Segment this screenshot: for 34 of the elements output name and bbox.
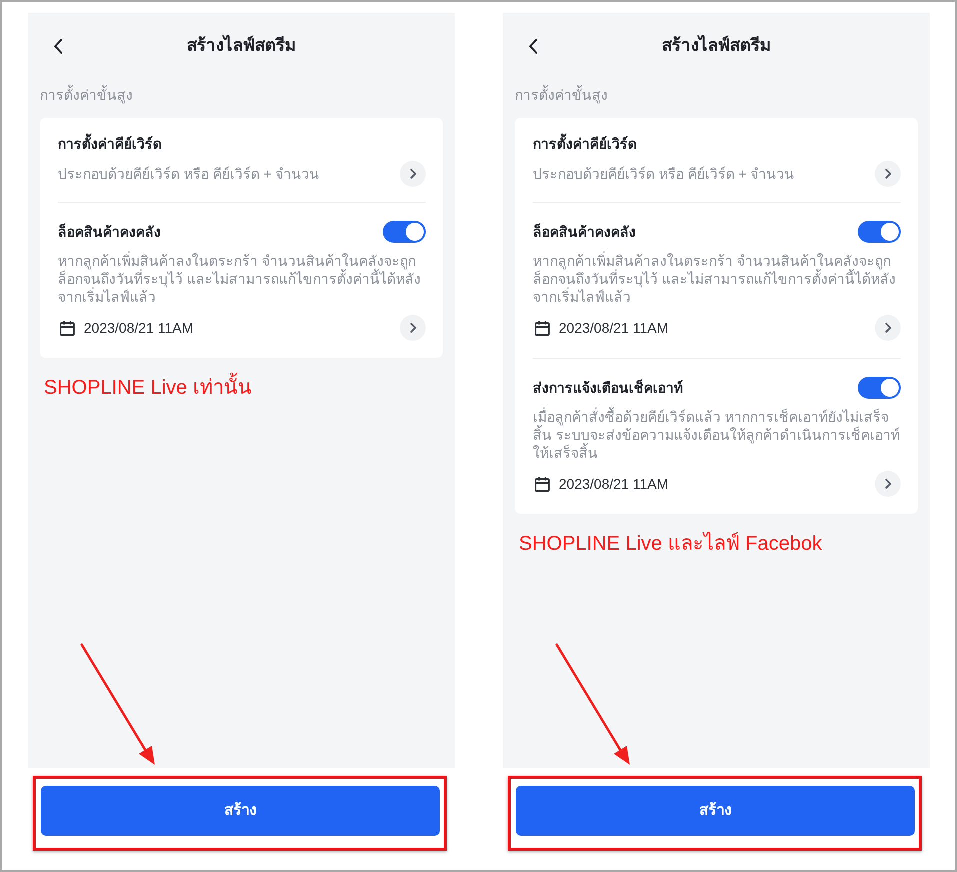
calendar-icon <box>60 320 75 336</box>
chevron-right-icon[interactable] <box>875 161 901 187</box>
screen-title: สร้างไลฟ์สตรีม <box>187 34 296 57</box>
setting-subtitle: ประกอบด้วยคีย์เวิร์ด หรือ คีย์เวิร์ด + จำนวน <box>533 165 795 184</box>
chevron-right-icon[interactable] <box>400 161 426 187</box>
toggle-switch[interactable] <box>383 221 426 243</box>
chevron-right-icon[interactable] <box>400 315 426 341</box>
chevron-right-icon[interactable] <box>875 471 901 497</box>
back-icon[interactable] <box>529 39 538 54</box>
create-button[interactable]: สร้าง <box>516 786 915 836</box>
setting-description: หากลูกค้าเพิ่มสินค้าลงในตระกร้า จำนวนสินค้าในคลังจะถูกล็อกจนถึงวันที่ระบุไว้ และไม่สามารถแก้ไขการตั้งค่านี้ได้หลังจากเริ่มไลฟ์แล้ว <box>58 252 422 306</box>
toggle-switch[interactable] <box>858 377 901 399</box>
setting-title: การตั้งค่าคีย์เวิร์ด <box>58 134 426 154</box>
setting-title: ส่งการแจ้งเตือนเช็คเอาท์ <box>533 378 683 398</box>
setting-title: ล็อคสินค้าคงคลัง <box>533 222 636 242</box>
date-text: 2023/08/21 11AM <box>559 475 668 494</box>
annotation-text: SHOPLINE Live และไลฟ์ Facebok <box>518 531 824 557</box>
back-icon[interactable] <box>54 39 63 54</box>
toggle-switch[interactable] <box>858 221 901 243</box>
section-label: การตั้งค่าขั้นสูง <box>515 85 609 105</box>
annotation-text: SHOPLINE Live เท่านั้น <box>40 375 443 401</box>
chevron-right-icon[interactable] <box>875 315 901 341</box>
section-label: การตั้งค่าขั้นสูง <box>40 85 134 105</box>
calendar-icon <box>535 320 550 336</box>
calendar-icon <box>535 476 550 492</box>
create-button[interactable]: สร้าง <box>41 786 440 836</box>
setting-subtitle: ประกอบด้วยคีย์เวิร์ด หรือ คีย์เวิร์ด + จำนวน <box>58 165 320 184</box>
date-text: 2023/08/21 11AM <box>559 319 668 338</box>
setting-description: เมื่อลูกค้าสั่งซื้อด้วยคีย์เวิร์ดแล้ว หากการเช็คเอาท์ยังไม่เสร็จสิ้น ระบบจะส่งข้อความแจ้งเตือนให้ลูกค้าดำเนินการเช็คเอาท์ให้เสร็จสิ้น <box>533 408 901 462</box>
setting-description: หากลูกค้าเพิ่มสินค้าลงในตระกร้า จำนวนสินค้าในคลังจะถูกล็อกจนถึงวันที่ระบุไว้ และไม่สามารถแก้ไขการตั้งค่านี้ได้หลังจากเริ่มไลฟ์แล้ว <box>533 252 897 306</box>
setting-title: ล็อคสินค้าคงคลัง <box>58 222 161 242</box>
setting-title: การตั้งค่าคีย์เวิร์ด <box>533 134 901 154</box>
screen-title: สร้างไลฟ์สตรีม <box>662 34 771 57</box>
date-text: 2023/08/21 11AM <box>84 319 194 338</box>
